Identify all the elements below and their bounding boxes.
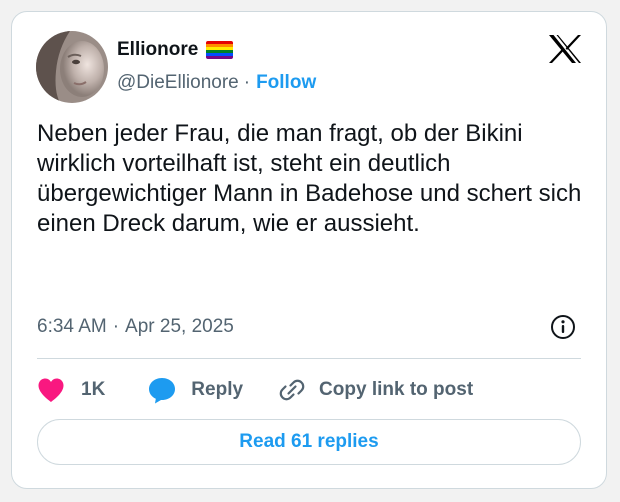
- divider: [37, 358, 581, 359]
- action-bar: 1K Reply Copy link to post: [37, 372, 473, 408]
- follow-button[interactable]: Follow: [256, 72, 316, 94]
- like-count: 1K: [81, 379, 106, 400]
- tweet-date[interactable]: Apr 25, 2025: [125, 316, 234, 338]
- copy-link-label: Copy link to post: [319, 379, 474, 400]
- reply-label: Reply: [191, 379, 244, 400]
- separator-dot: ·: [243, 72, 251, 93]
- tweet-text: Neben jeder Frau, die man fragt, ob der …: [37, 120, 582, 237]
- link-icon: [279, 379, 305, 401]
- x-logo-icon[interactable]: [548, 34, 582, 64]
- like-button[interactable]: 1K: [37, 377, 105, 403]
- author-handle[interactable]: @DieEllionore: [117, 72, 239, 94]
- read-replies-button[interactable]: Read 61 replies: [37, 419, 581, 465]
- tweet-time[interactable]: 6:34 AM: [37, 316, 107, 338]
- tweet-card: Ellionore @DieEllionore · Follow Neben j…: [11, 11, 607, 489]
- meta-separator: ·: [112, 316, 120, 337]
- avatar[interactable]: [36, 31, 108, 103]
- speech-bubble-icon: [149, 378, 176, 404]
- heart-icon: [38, 378, 64, 402]
- rainbow-flag-icon: [206, 41, 234, 59]
- info-icon[interactable]: [550, 314, 576, 340]
- reply-button[interactable]: Reply: [147, 376, 243, 404]
- display-name[interactable]: Ellionore: [117, 39, 198, 61]
- copy-link-button[interactable]: Copy link to post: [279, 377, 473, 403]
